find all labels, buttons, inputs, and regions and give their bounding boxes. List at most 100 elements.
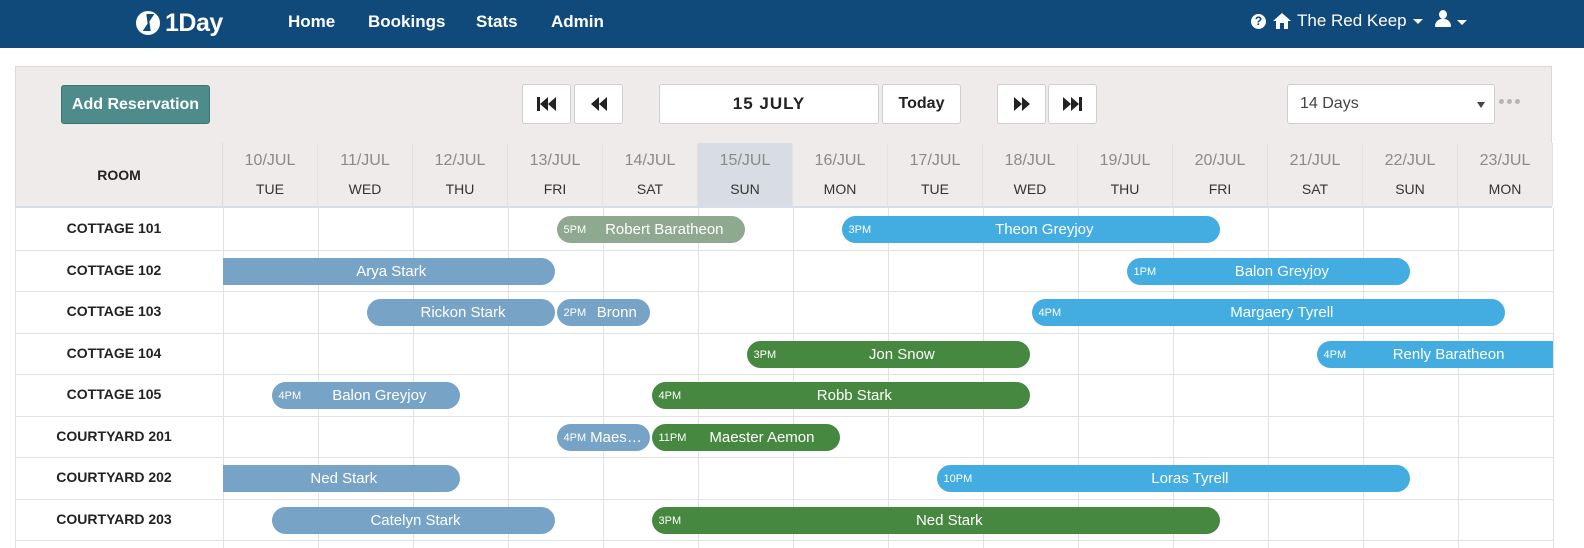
skip-back-icon — [537, 97, 556, 111]
booking-checkin-time: 2PM — [563, 306, 587, 319]
booking-guest-name: Catelyn Stark — [370, 512, 461, 529]
day-date: 12/JUL — [434, 152, 486, 169]
grid-row-divider — [16, 374, 1553, 375]
booking-bar[interactable]: 5PM Robert Baratheon — [556, 216, 745, 243]
previous-button[interactable] — [574, 84, 623, 124]
room-label: COTTAGE 102 — [66, 262, 162, 278]
today-button[interactable]: Today — [882, 84, 961, 124]
home-icon — [1273, 13, 1291, 29]
booking-guest-name: Loras Tyrell — [1151, 470, 1229, 487]
booking-bar[interactable]: 4PM Margaery Tyrell — [1031, 299, 1505, 326]
day-date: 18/JUL — [1004, 152, 1056, 169]
calendar-grid: COTTAGE 101 COTTAGE 102 COTTAGE 103 COTTAGE… — [15, 208, 1554, 548]
nav-bookings[interactable]: Bookings — [368, 12, 445, 32]
booking-guest-name: Arya Stark — [356, 263, 427, 280]
day-column-header: 11/JUL WED — [318, 143, 413, 206]
booking-bar[interactable]: 3PM Jon Snow — [746, 341, 1030, 368]
booking-bar[interactable]: 2PM Bronn — [556, 299, 650, 326]
booking-bar[interactable]: Arya Stark — [223, 258, 555, 285]
current-date-picker[interactable]: 15 JULY — [659, 84, 879, 124]
booking-guest-name: Ned Stark — [915, 512, 983, 529]
user-menu[interactable] — [1434, 10, 1467, 32]
jump-back-button[interactable] — [522, 84, 571, 124]
room-label: COTTAGE 105 — [66, 386, 162, 402]
booking-checkin-time: 4PM — [1038, 306, 1062, 319]
booking-guest-name: Robb Stark — [816, 387, 892, 404]
booking-guest-name: Theon Greyjoy — [995, 221, 1094, 238]
jump-forward-button[interactable] — [1048, 84, 1097, 124]
nav-admin[interactable]: Admin — [551, 12, 604, 32]
room-label: COURTYARD 201 — [56, 428, 172, 444]
property-switcher[interactable]: The Red Keep — [1297, 11, 1423, 31]
booking-checkin-time: 11PM — [658, 431, 687, 444]
booking-bar[interactable]: 4PM Balon Greyjoy — [271, 382, 460, 409]
day-column-header: 12/JUL THU — [413, 143, 508, 206]
day-column-header: 13/JUL FRI — [508, 143, 603, 206]
booking-bar[interactable]: 4PM Renly Baratheon — [1316, 341, 1553, 368]
calendar-header: ROOM 10/JUL TUE 11/JUL WED 12/JUL THU 13/JUL FR… — [15, 143, 1553, 208]
nav-stats[interactable]: Stats — [476, 12, 518, 32]
room-label: COTTAGE 101 — [66, 220, 162, 236]
room-column-header: ROOM — [16, 143, 223, 206]
grid-row-divider — [16, 540, 1553, 541]
day-of-week: SUN — [1395, 181, 1425, 197]
grid-column-divider — [793, 208, 794, 548]
day-column-header: 22/JUL SUN — [1363, 143, 1458, 206]
brand-name: 1Day — [165, 8, 223, 37]
day-date: 22/JUL — [1384, 152, 1436, 169]
grid-column-divider — [1553, 208, 1554, 548]
header-right: ? The Red Keep — [1251, 10, 1467, 32]
day-date: 11/JUL — [340, 152, 390, 169]
day-date: 17/JUL — [909, 152, 961, 169]
day-column-header: 23/JUL MON — [1458, 143, 1553, 206]
booking-guest-name: Maester Aemon — [709, 429, 815, 446]
room-label: COTTAGE 103 — [66, 303, 162, 319]
booking-guest-name: Margaery Tyrell — [1230, 304, 1334, 321]
booking-bar[interactable]: Catelyn Stark — [271, 507, 555, 534]
property-name: The Red Keep — [1297, 11, 1407, 30]
day-of-week: SAT — [636, 181, 664, 197]
day-date: 19/JUL — [1099, 152, 1151, 169]
day-date: 15/JUL — [719, 152, 771, 169]
more-options-icon[interactable] — [1499, 99, 1520, 104]
brand-logo[interactable]: 1Day — [136, 6, 223, 40]
day-of-week: MON — [823, 181, 857, 197]
grid-column-divider — [698, 208, 699, 548]
booking-bar[interactable]: 3PM Theon Greyjoy — [841, 216, 1220, 243]
user-icon — [1434, 10, 1451, 27]
booking-checkin-time: 4PM — [1323, 348, 1347, 361]
day-column-header: 20/JUL FRI — [1173, 143, 1268, 206]
booking-bar[interactable]: 4PMMaester Pycelle — [556, 424, 650, 451]
booking-bar[interactable]: 4PM Robb Stark — [651, 382, 1030, 409]
next-button[interactable] — [997, 84, 1046, 124]
day-of-week: TUE — [256, 181, 284, 197]
booking-bar[interactable]: 3PM Ned Stark — [651, 507, 1220, 534]
help-icon[interactable]: ? — [1251, 13, 1266, 29]
day-of-week: SUN — [730, 181, 760, 197]
booking-bar[interactable]: 10PM Loras Tyrell — [936, 465, 1410, 492]
add-reservation-button[interactable]: Add Reservation — [61, 85, 210, 124]
booking-bar[interactable]: Ned Stark — [223, 465, 460, 492]
booking-bar[interactable]: 11PM Maester Aemon — [651, 424, 840, 451]
day-of-week: TUE — [921, 181, 949, 197]
booking-guest-name: Bronn — [596, 304, 637, 321]
booking-checkin-time: 3PM — [753, 348, 777, 361]
day-column-header: 14/JUL SAT — [603, 143, 698, 206]
lightning-logo-icon — [136, 11, 160, 35]
chevron-down-icon — [1477, 102, 1485, 108]
grid-column-divider — [603, 208, 604, 548]
day-of-week: FRI — [543, 181, 567, 197]
grid-row-divider — [16, 333, 1553, 334]
range-select[interactable]: 14 Days — [1287, 84, 1495, 124]
day-column-header: 21/JUL SAT — [1268, 143, 1363, 206]
booking-checkin-time: 4PM — [278, 389, 302, 402]
chevron-down-icon — [1412, 19, 1423, 25]
booking-bar[interactable]: 1PM Balon Greyjoy — [1126, 258, 1410, 285]
day-of-week: SAT — [1301, 181, 1329, 197]
day-date: 14/JUL — [624, 152, 676, 169]
nav-home[interactable]: Home — [288, 12, 335, 32]
day-date: 21/JUL — [1289, 152, 1341, 169]
day-column-header: 15/JUL SUN — [698, 143, 793, 206]
booking-bar[interactable]: Rickon Stark — [366, 299, 555, 326]
day-date: 23/JUL — [1479, 152, 1531, 169]
